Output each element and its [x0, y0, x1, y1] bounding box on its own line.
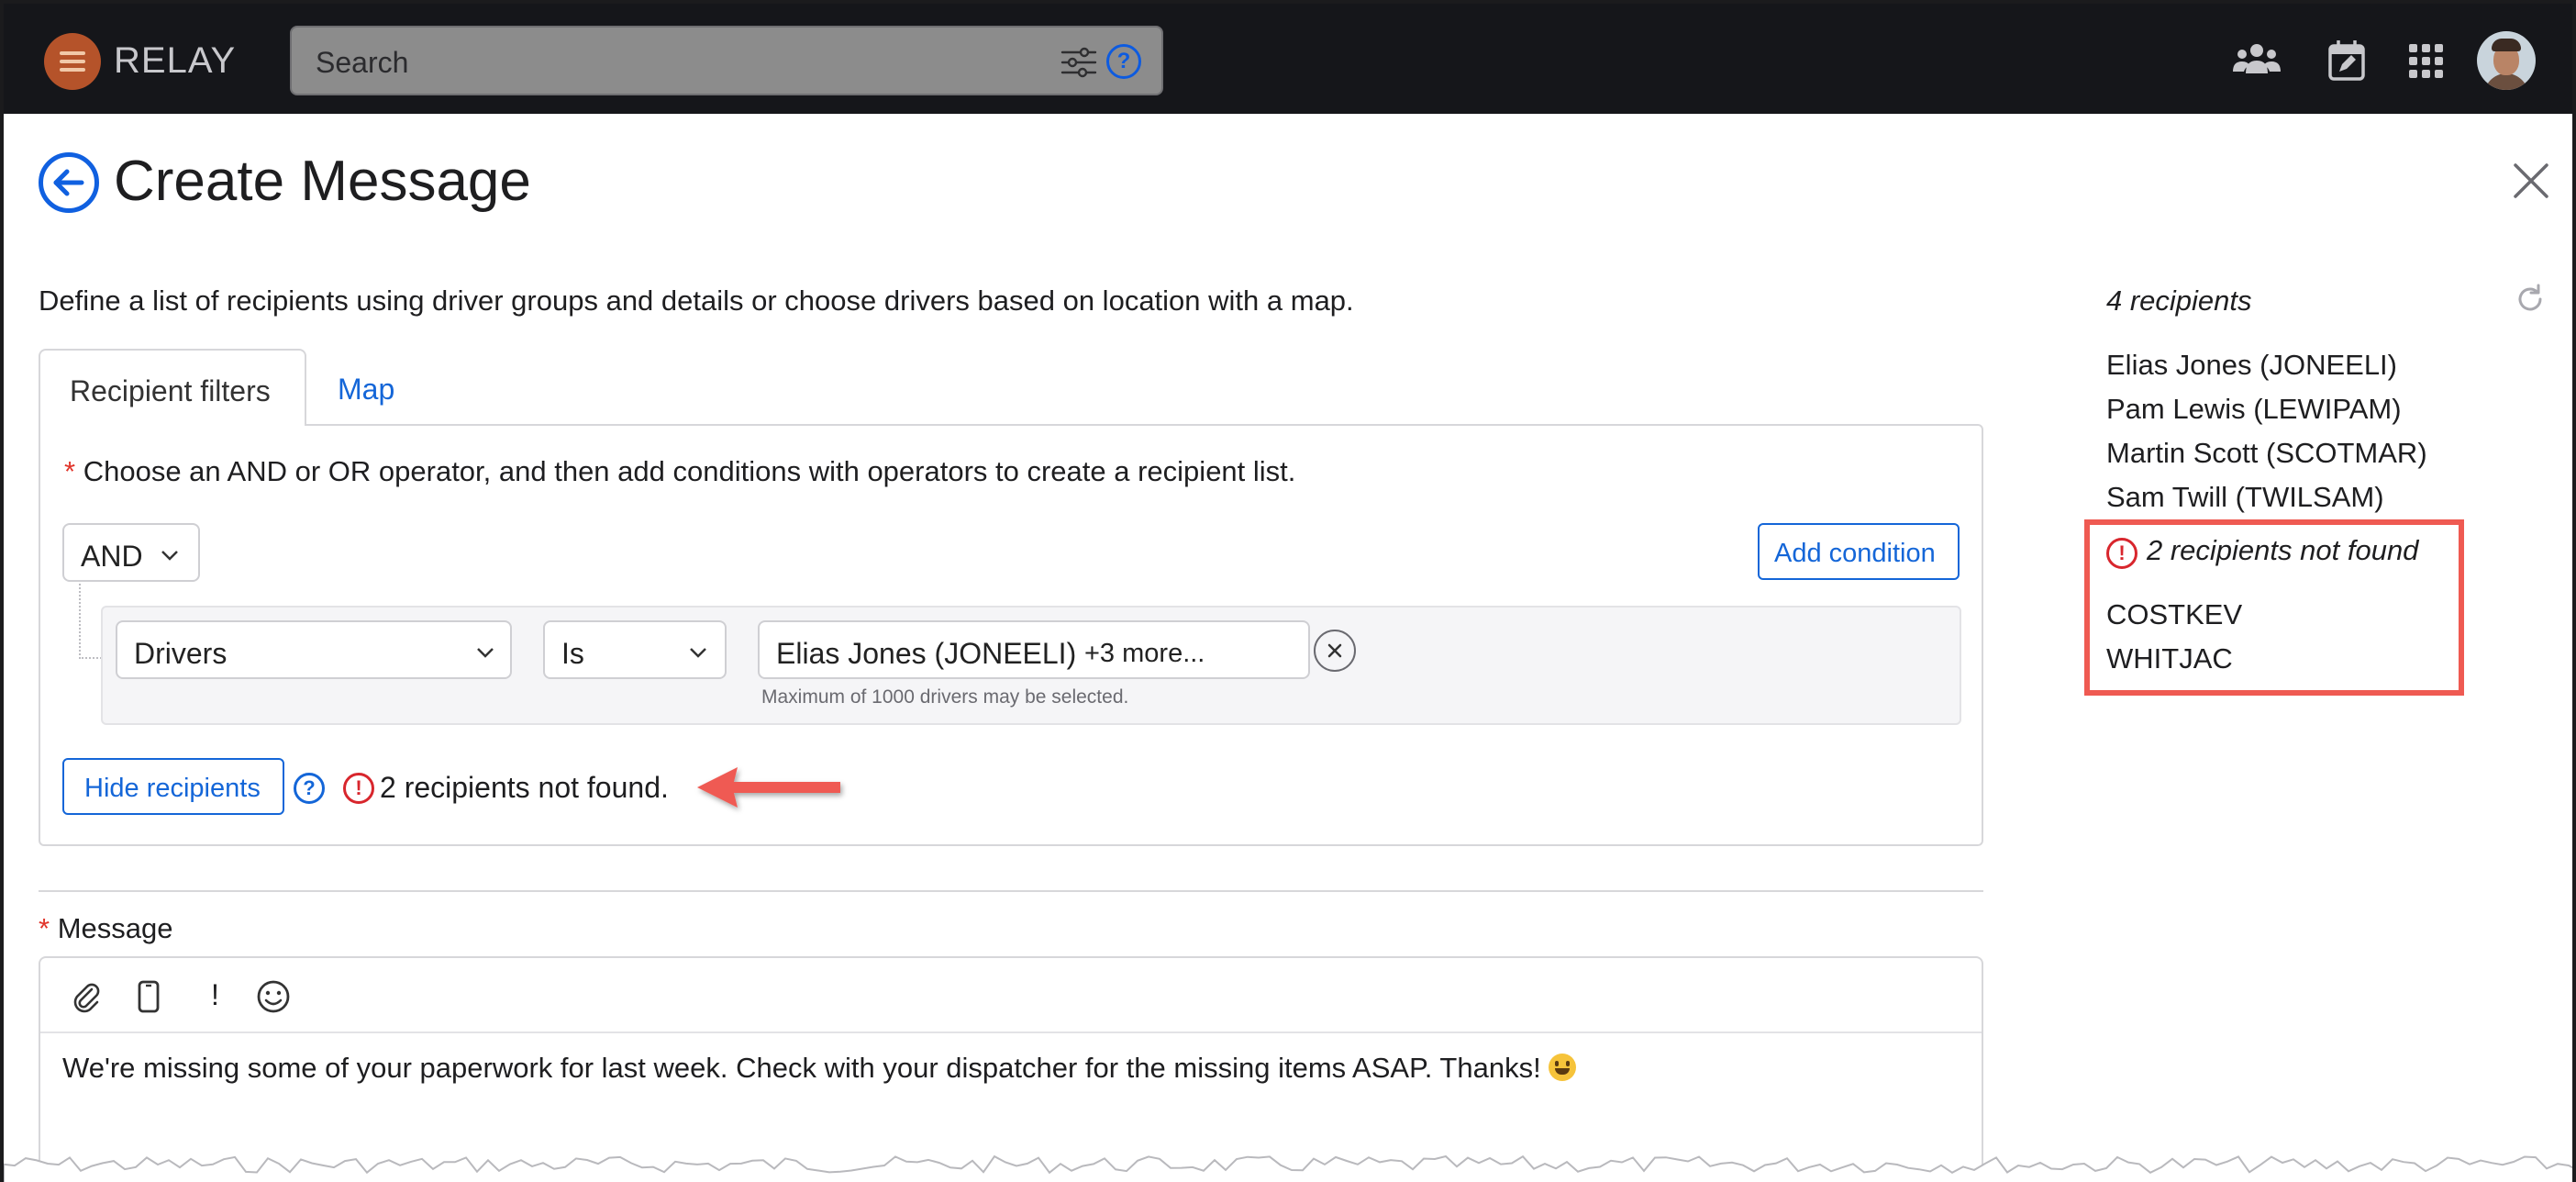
tab-map[interactable]: Map: [338, 373, 394, 407]
top-navbar: RELAY Search ?: [4, 4, 2572, 114]
recipient-item: Pam Lewis (LEWIPAM): [2106, 393, 2402, 425]
search-placeholder: Search: [316, 46, 409, 79]
tab-label: Recipient filters: [70, 374, 271, 407]
condition-value-multiselect[interactable]: Elias Jones (JONEELI) +3 more...: [758, 620, 1310, 679]
message-label-text: Message: [57, 912, 173, 944]
hide-recipients-button[interactable]: Hide recipients: [62, 758, 284, 815]
remove-condition-button[interactable]: [1314, 630, 1356, 672]
required-mark: *: [39, 912, 50, 944]
filter-instructions: * Choose an AND or OR operator, and then…: [64, 455, 1295, 488]
chevron-down-icon: [161, 551, 178, 561]
help-icon[interactable]: ?: [294, 773, 325, 804]
message-editor[interactable]: ! We're missing some of your paperwork f…: [39, 956, 1983, 1182]
page-title: Create Message: [114, 150, 531, 213]
recipient-item: Sam Twill (TWILSAM): [2106, 481, 2384, 513]
relay-logo-icon[interactable]: [44, 33, 101, 90]
user-avatar[interactable]: [2477, 31, 2536, 90]
brand-name: RELAY: [114, 40, 237, 81]
chevron-down-icon: [690, 648, 706, 658]
comparator-value: Is: [561, 637, 584, 670]
people-group-icon[interactable]: [2231, 35, 2282, 86]
operator-value: AND: [81, 540, 143, 573]
recipient-item: Martin Scott (SCOTMAR): [2106, 437, 2427, 469]
refresh-icon[interactable]: [2514, 283, 2547, 316]
exclamation-icon[interactable]: !: [211, 978, 219, 1012]
message-text: We're missing some of your paperwork for…: [62, 1052, 1541, 1084]
not-found-highlight-box: ! 2 recipients not found COSTKEV WHITJAC: [2084, 519, 2464, 696]
more-selected-count[interactable]: +3 more...: [1084, 639, 1205, 669]
paperclip-icon[interactable]: [68, 978, 105, 1015]
not-found-message: 2 recipients not found.: [380, 771, 669, 804]
add-condition-label: Add condition: [1774, 539, 1936, 568]
recipients-count: 4 recipients: [2106, 284, 2252, 317]
calendar-edit-icon[interactable]: [2321, 35, 2372, 86]
editor-toolbar: !: [40, 958, 1982, 1033]
not-found-list: COSTKEV WHITJAC: [2106, 593, 2242, 681]
warning-icon: !: [343, 773, 374, 804]
section-divider: [39, 890, 1983, 892]
condition-comparator-select[interactable]: Is: [543, 620, 727, 679]
phone-icon[interactable]: [130, 978, 167, 1015]
field-value: Drivers: [134, 637, 228, 670]
torn-edge: [4, 1154, 2572, 1182]
message-body[interactable]: We're missing some of your paperwork for…: [62, 1052, 1576, 1085]
required-mark: *: [64, 455, 76, 487]
filter-sliders-icon[interactable]: [1060, 46, 1097, 79]
chevron-down-icon: [477, 648, 494, 658]
message-label: * Message: [39, 912, 173, 945]
add-condition-button[interactable]: Add condition: [1758, 523, 1960, 580]
app-window: RELAY Search ? Create Message Define a l…: [0, 0, 2576, 1182]
callout-arrow-icon: [697, 767, 840, 808]
condition-field-select[interactable]: Drivers: [116, 620, 512, 679]
search-input[interactable]: Search ?: [290, 26, 1163, 95]
selected-driver: Elias Jones (JONEELI): [776, 637, 1077, 670]
not-found-item: COSTKEV: [2106, 598, 2243, 630]
smiley-icon[interactable]: [255, 978, 292, 1015]
close-icon: [1327, 643, 1342, 658]
grinning-emoji-icon: [1548, 1054, 1576, 1081]
selection-limit-hint: Maximum of 1000 drivers may be selected.: [761, 686, 1129, 708]
search-help-icon[interactable]: ?: [1106, 44, 1141, 79]
warning-icon: !: [2106, 538, 2137, 569]
not-found-heading: 2 recipients not found: [2147, 534, 2419, 566]
back-arrow-icon[interactable]: [39, 152, 99, 213]
hide-recipients-label: Hide recipients: [84, 774, 261, 803]
operator-select[interactable]: AND: [62, 523, 200, 582]
close-icon[interactable]: [2510, 160, 2552, 202]
apps-grid-icon[interactable]: [2400, 35, 2451, 86]
intro-text: Define a list of recipients using driver…: [39, 284, 1354, 317]
condition-row: Drivers Is Elias Jones (JONEELI) +3 more…: [101, 606, 1961, 725]
instruction-text: Choose an AND or OR operator, and then a…: [83, 455, 1296, 487]
not-found-item: WHITJAC: [2106, 642, 2233, 675]
recipients-list: Elias Jones (JONEELI) Pam Lewis (LEWIPAM…: [2106, 343, 2427, 519]
tab-recipient-filters[interactable]: Recipient filters: [39, 349, 306, 426]
recipient-filters-panel: * Choose an AND or OR operator, and then…: [39, 424, 1983, 846]
recipient-item: Elias Jones (JONEELI): [2106, 349, 2397, 381]
